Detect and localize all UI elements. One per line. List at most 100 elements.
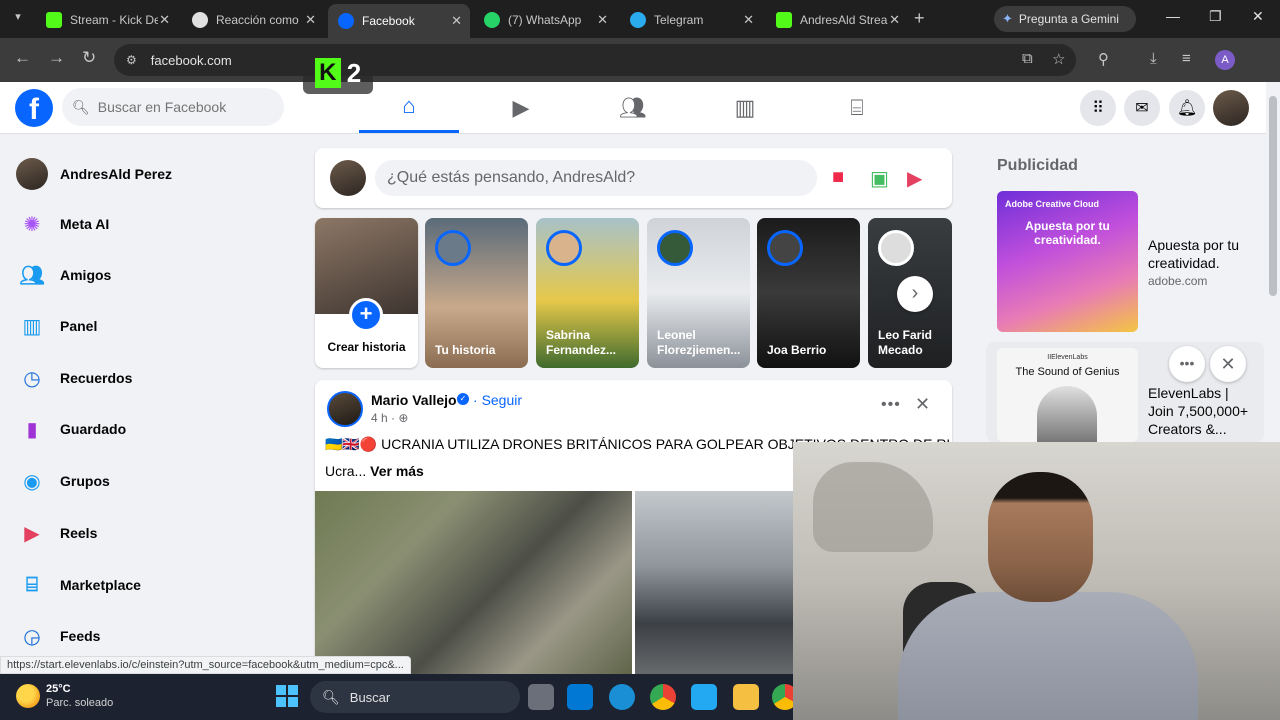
nav-tab-marketplace[interactable]: ⌸ [807,82,907,133]
tab-facebook[interactable]: Facebook ✕ [328,4,470,38]
reel-icon[interactable]: ▶ [907,166,922,191]
sidebar-item-reels[interactable]: ▶ Reels [8,511,288,555]
story-name: Sabrina Fernandez... [546,328,617,357]
verified-badge-icon: ✓ [457,393,469,405]
stories-next-button[interactable]: › [897,276,933,312]
bell-icon: 🔔︎ [1176,100,1198,117]
see-more-link[interactable]: Ver más [370,463,424,479]
post-time[interactable]: 4 h · ⊕ [371,411,408,425]
tab-kick-stream[interactable]: Stream - Kick De ✕ [36,6,178,34]
tab-telegram[interactable]: Telegram ✕ [620,6,762,34]
facebook-logo[interactable]: f [15,89,53,127]
nav-tab-home[interactable]: ⌂ [359,82,459,133]
extensions-icon[interactable]: ⚲ [1098,50,1109,68]
site-info-icon[interactable]: ⚙ [126,53,137,67]
url-text: facebook.com [150,52,232,68]
nav-tab-video[interactable]: ▶ [471,82,571,133]
sidebar-item-marketplace[interactable]: ⌸ Marketplace [8,563,288,607]
post-author[interactable]: Mario Vallejo [371,392,457,408]
menu-button[interactable]: ⠿ [1080,90,1116,126]
story-card[interactable]: Leonel Florezjiemen... [647,218,750,368]
weather-desc: Parc. soleado [46,697,114,709]
live-video-icon[interactable]: ■ [832,166,844,189]
ad-url[interactable]: adobe.com [1148,274,1207,288]
minimize-button[interactable]: — [1166,8,1180,24]
photo-icon[interactable]: ▣ [870,166,889,191]
cast-icon[interactable]: ⧉ [1022,50,1033,67]
avatar [546,230,582,266]
messenger-button[interactable]: ✉ [1124,90,1160,126]
vscode-icon[interactable] [691,684,717,710]
facebook-search[interactable]: 🔍︎ [62,88,284,126]
tab-whatsapp[interactable]: (7) WhatsApp ✕ [474,6,616,34]
ad-image-adobe[interactable]: Adobe Creative Cloud Apuesta por tu crea… [997,191,1138,332]
sidebar-item-panel[interactable]: ▥ Panel [8,304,288,348]
notifications-button[interactable]: 🔔︎ [1169,90,1205,126]
tab-search-dropdown[interactable]: ▾ [8,10,28,28]
sidebar-item-feeds[interactable]: ◶ Feeds [8,614,288,658]
account-avatar[interactable] [1213,90,1249,126]
avatar [330,160,366,196]
post-close-button[interactable]: ✕ [915,394,930,415]
close-icon[interactable]: ✕ [743,12,754,28]
address-bar[interactable]: ⚙ facebook.com [114,44,1076,76]
back-button[interactable]: ← [14,48,31,68]
scrollbar-thumb[interactable] [1269,96,1277,296]
story-card[interactable]: Joa Berrio [757,218,860,368]
ad-title[interactable]: Apuesta por tu creatividad. [1148,236,1258,272]
microsoft-store-icon[interactable] [567,684,593,710]
close-icon[interactable]: ✕ [597,12,608,28]
search-input[interactable] [97,99,268,115]
nav-tab-dashboard[interactable]: ▥ [695,82,795,133]
ad-title[interactable]: ElevenLabs | Join 7,500,000+ Creators &.… [1148,384,1258,438]
forward-button[interactable]: → [48,48,65,68]
story-card[interactable]: Sabrina Fernandez... [536,218,639,368]
post-more-button[interactable]: ••• [881,396,901,414]
sidebar-item-meta-ai[interactable]: ✺ Meta AI [8,202,288,246]
composer-input[interactable]: ¿Qué estás pensando, AndresAld? [375,160,817,196]
avatar[interactable] [327,391,363,427]
kick-icon [46,12,62,28]
download-icon[interactable]: ⤓ [1150,50,1157,67]
sidebar-item-groups[interactable]: ◉ Grupos [8,459,288,503]
tab-title: (7) WhatsApp [508,13,582,27]
sidebar-item-profile[interactable]: AndresAld Perez [8,152,288,196]
reload-button[interactable]: ↻ [82,48,96,68]
file-explorer-icon[interactable] [733,684,759,710]
close-window-button[interactable]: ✕ [1252,8,1264,25]
ad-image-elevenlabs[interactable]: IIElevenLabs The Sound of Genius [997,348,1138,442]
close-icon[interactable]: ✕ [305,12,316,28]
close-icon[interactable]: ✕ [451,13,462,29]
tab-title: Facebook [362,14,415,28]
gemini-button[interactable]: ✦ Pregunta a Gemini [994,6,1136,32]
memories-icon: ◷ [23,367,41,390]
bookmark-star-icon[interactable]: ☆ [1052,50,1065,68]
media-control-icon[interactable]: ≡ [1182,50,1191,67]
friends-icon: 👥︎ [619,94,647,120]
weather-widget[interactable]: 25°C Parc. soleado [16,682,113,710]
restore-button[interactable]: ❐ [1209,8,1222,25]
task-view-icon[interactable] [528,684,554,710]
close-icon[interactable]: ✕ [159,12,170,28]
create-story-card[interactable]: + Crear historia [315,218,418,368]
nav-tab-friends[interactable]: 👥︎ [583,82,683,133]
story-card[interactable]: Tu historia [425,218,528,368]
profile-avatar[interactable]: A [1215,50,1235,70]
windows-start-icon[interactable] [276,685,298,707]
sidebar-item-label: Panel [60,318,98,334]
follow-link[interactable]: · Seguir [473,392,522,408]
taskbar-search[interactable]: 🔍︎ Buscar [310,681,520,713]
tab-kick-andresald[interactable]: AndresAld Strea ✕ [766,6,908,34]
sidebar-item-memories[interactable]: ◷ Recuerdos [8,356,288,400]
close-icon[interactable]: ✕ [889,12,900,28]
new-tab-button[interactable]: + [914,8,925,29]
edge-icon[interactable] [609,684,635,710]
ad-close-button[interactable]: ✕ [1210,346,1246,382]
post-image[interactable] [315,491,632,680]
sidebar-item-saved[interactable]: ▮ Guardado [8,407,288,451]
post-text-prefix: Ucra... [325,463,367,479]
chrome-icon[interactable] [650,684,676,710]
sidebar-item-friends[interactable]: 👥︎ Amigos [8,253,288,297]
tab-reaccion[interactable]: Reacción como ✕ [182,6,324,34]
ad-more-button[interactable]: ••• [1169,346,1205,382]
